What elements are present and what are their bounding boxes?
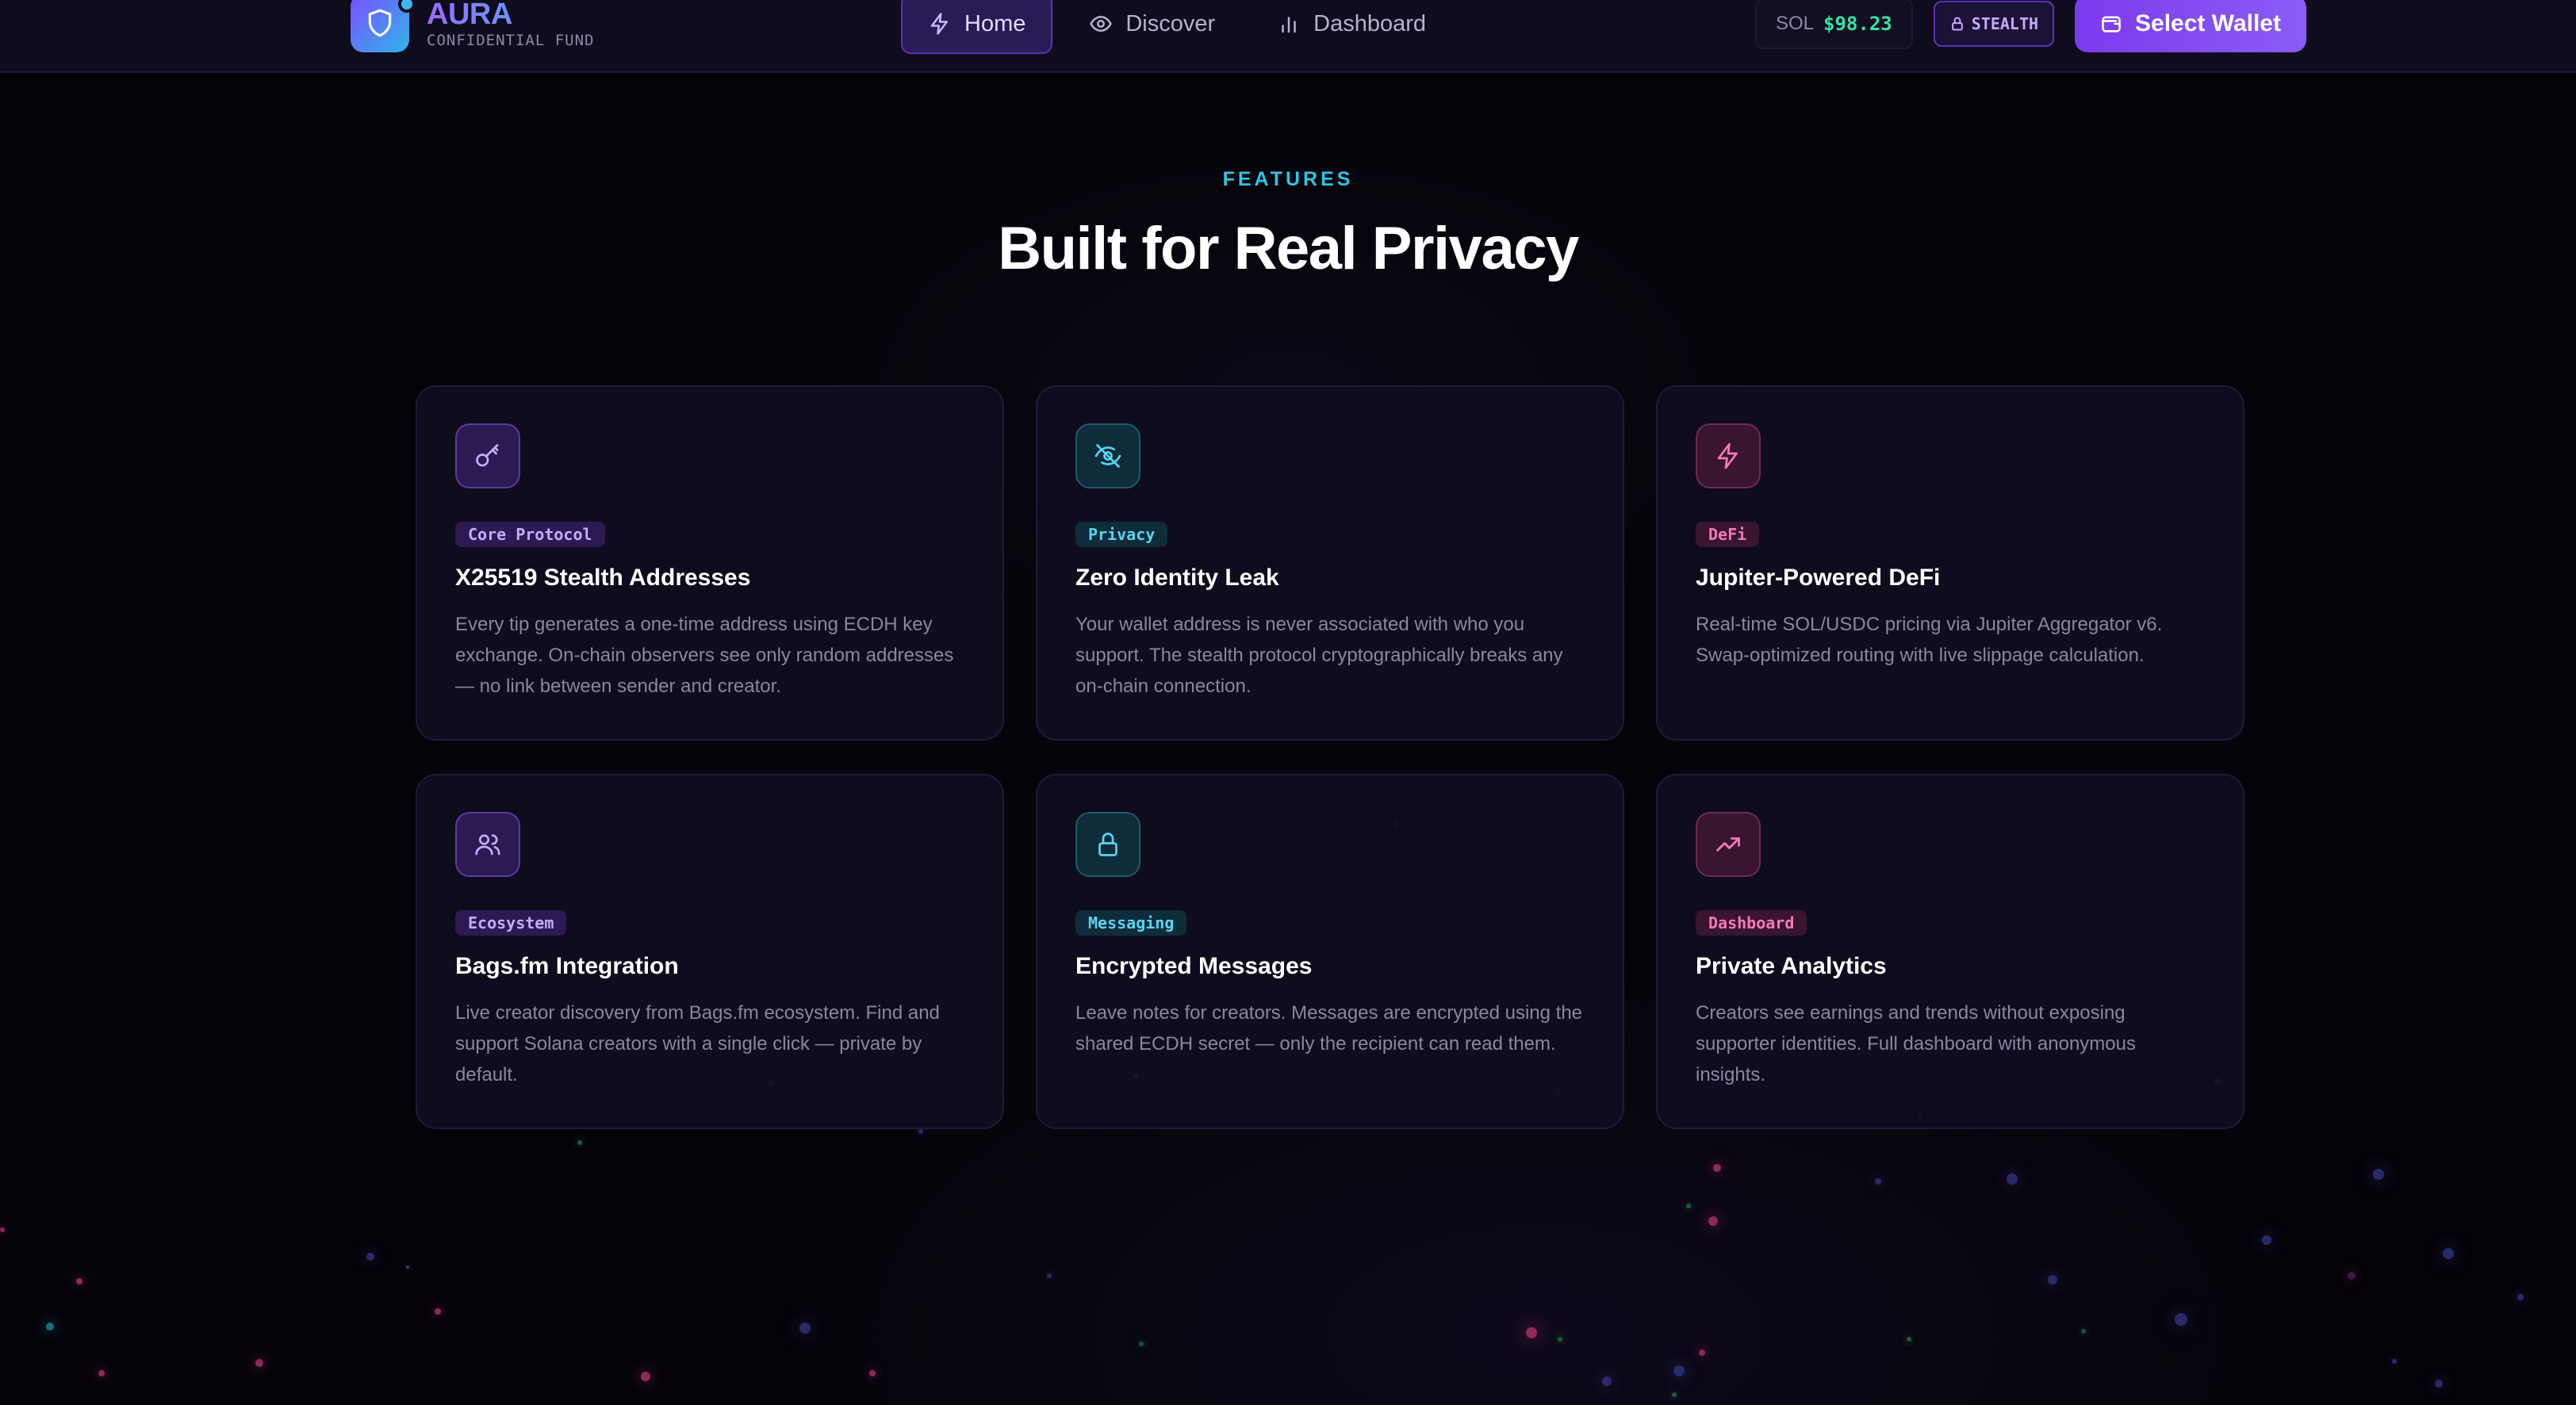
stealth-badge[interactable]: STEALTH: [1933, 1, 2055, 47]
logo-subtitle: CONFIDENTIAL FUND: [427, 32, 595, 49]
feature-description: Every tip generates a one-time address u…: [455, 614, 954, 697]
feature-title: Private Analytics: [1696, 953, 1887, 979]
particle-dot: [2175, 1313, 2187, 1326]
lock-icon: [1075, 812, 1140, 877]
particle-dot: [76, 1278, 82, 1284]
feature-description: Live creator discovery from Bags.fm ecos…: [455, 1002, 940, 1085]
particle-dot: [1907, 1337, 1911, 1342]
trending-up-icon: [1696, 812, 1761, 877]
feature-description: Real-time SOL/USDC pricing via Jupiter A…: [1696, 614, 2163, 666]
feature-description: Your wallet address is never associated …: [1075, 614, 1563, 697]
particle-dot: [918, 1129, 923, 1134]
logo-title: AURA: [427, 0, 594, 32]
particle-dot: [2435, 1380, 2443, 1388]
particle-dot: [2048, 1275, 2057, 1284]
logo[interactable]: AURA CONFIDENTIAL FUND: [351, 0, 594, 52]
feature-tag: Dashboard: [1696, 910, 1807, 936]
feature-card-private-analytics: Dashboard Private Analytics Creators see…: [1656, 774, 2244, 1129]
particle-dot: [406, 1265, 409, 1269]
lock-icon: [1951, 17, 1963, 31]
bolt-icon: [1696, 423, 1761, 488]
users-icon: [455, 812, 520, 877]
select-wallet-label: Select Wallet: [2135, 10, 2281, 36]
feature-tag: DeFi: [1696, 522, 1760, 547]
top-navbar: AURA CONFIDENTIAL FUND Home Discover Das…: [0, 0, 2576, 73]
feature-card-encrypted-messages: Messaging Encrypted Messages Leave notes…: [1036, 774, 1624, 1129]
price-symbol: SOL: [1776, 13, 1815, 34]
particle-dot: [2081, 1329, 2086, 1334]
particle-dot: [366, 1253, 374, 1261]
section-eyebrow: FEATURES: [1222, 168, 1354, 190]
nav-home[interactable]: Home: [901, 0, 1053, 54]
feature-tag: Privacy: [1075, 522, 1168, 547]
particle-dot: [1686, 1204, 1691, 1208]
feature-card-jupiter-defi: DeFi Jupiter-Powered DeFi Real-time SOL/…: [1656, 385, 2244, 741]
particle-dot: [1673, 1365, 1685, 1376]
particle-dot: [1602, 1376, 1612, 1386]
particle-dot: [641, 1372, 650, 1381]
key-icon: [455, 423, 520, 488]
nav-home-label: Home: [964, 10, 1026, 36]
feature-title: Zero Identity Leak: [1075, 565, 1279, 591]
particle-dot: [2262, 1235, 2271, 1245]
nav-discover-label: Discover: [1125, 10, 1216, 36]
stealth-label: STEALTH: [1971, 14, 2039, 33]
wallet-icon: [2102, 16, 2121, 33]
particle-dot: [2348, 1272, 2356, 1280]
particle-dot: [2443, 1248, 2454, 1259]
features-grid: Core Protocol X25519 Stealth Addresses E…: [416, 385, 2244, 1129]
eye-icon: [1090, 16, 1113, 32]
nav-dashboard-label: Dashboard: [1313, 10, 1427, 36]
feature-tag: Messaging: [1075, 910, 1187, 936]
bolt-icon: [930, 13, 948, 35]
feature-description: Leave notes for creators. Messages are e…: [1075, 1002, 1583, 1055]
particle-dot: [1047, 1273, 1052, 1278]
particle-dot: [0, 1227, 5, 1232]
particle-dot: [1526, 1327, 1537, 1338]
particle-dot: [2007, 1173, 2018, 1185]
particle-dot: [435, 1308, 441, 1315]
feature-card-stealth-addresses: Core Protocol X25519 Stealth Addresses E…: [416, 385, 1004, 741]
feature-card-zero-identity-leak: Privacy Zero Identity Leak Your wallet a…: [1036, 385, 1624, 741]
main-nav: Home Discover Dashboard: [901, 0, 1451, 54]
particle-dot: [98, 1370, 105, 1376]
sol-price-ticker: SOL $98.23: [1755, 0, 1913, 49]
particle-dot: [1672, 1392, 1677, 1397]
particle-dot: [255, 1359, 263, 1367]
select-wallet-button[interactable]: Select Wallet: [2075, 0, 2306, 52]
feature-card-bags-integration: Ecosystem Bags.fm Integration Live creat…: [416, 774, 1004, 1129]
feature-title: Encrypted Messages: [1075, 953, 1313, 979]
particle-dot: [46, 1323, 54, 1330]
particle-dot: [577, 1140, 582, 1145]
feature-title: Bags.fm Integration: [455, 953, 679, 979]
particle-dot: [2373, 1169, 2384, 1180]
particle-dot: [1708, 1216, 1718, 1226]
particle-dot: [2392, 1359, 2397, 1364]
particle-dot: [1558, 1337, 1562, 1342]
particle-dot: [1699, 1349, 1705, 1356]
feature-title: Jupiter-Powered DeFi: [1696, 565, 1941, 591]
feature-title: X25519 Stealth Addresses: [455, 565, 751, 591]
status-dot: [398, 0, 416, 13]
particle-dot: [1139, 1342, 1144, 1346]
section-title: Built for Real Privacy: [998, 215, 1579, 282]
feature-tag: Core Protocol: [455, 522, 605, 547]
price-value: $98.23: [1823, 13, 1892, 35]
particle-dot: [1713, 1164, 1721, 1172]
particle-dot: [2517, 1294, 2524, 1300]
feature-tag: Ecosystem: [455, 910, 567, 936]
nav-dashboard[interactable]: Dashboard: [1252, 0, 1451, 54]
particle-dot: [1875, 1178, 1881, 1185]
eye-off-icon: [1075, 423, 1140, 488]
particle-dot: [869, 1370, 876, 1376]
bar-chart-icon: [1282, 17, 1296, 33]
feature-description: Creators see earnings and trends without…: [1696, 1002, 2136, 1085]
nav-discover[interactable]: Discover: [1064, 0, 1240, 54]
particle-dot: [799, 1323, 811, 1334]
shield-logo-icon: [351, 0, 416, 52]
